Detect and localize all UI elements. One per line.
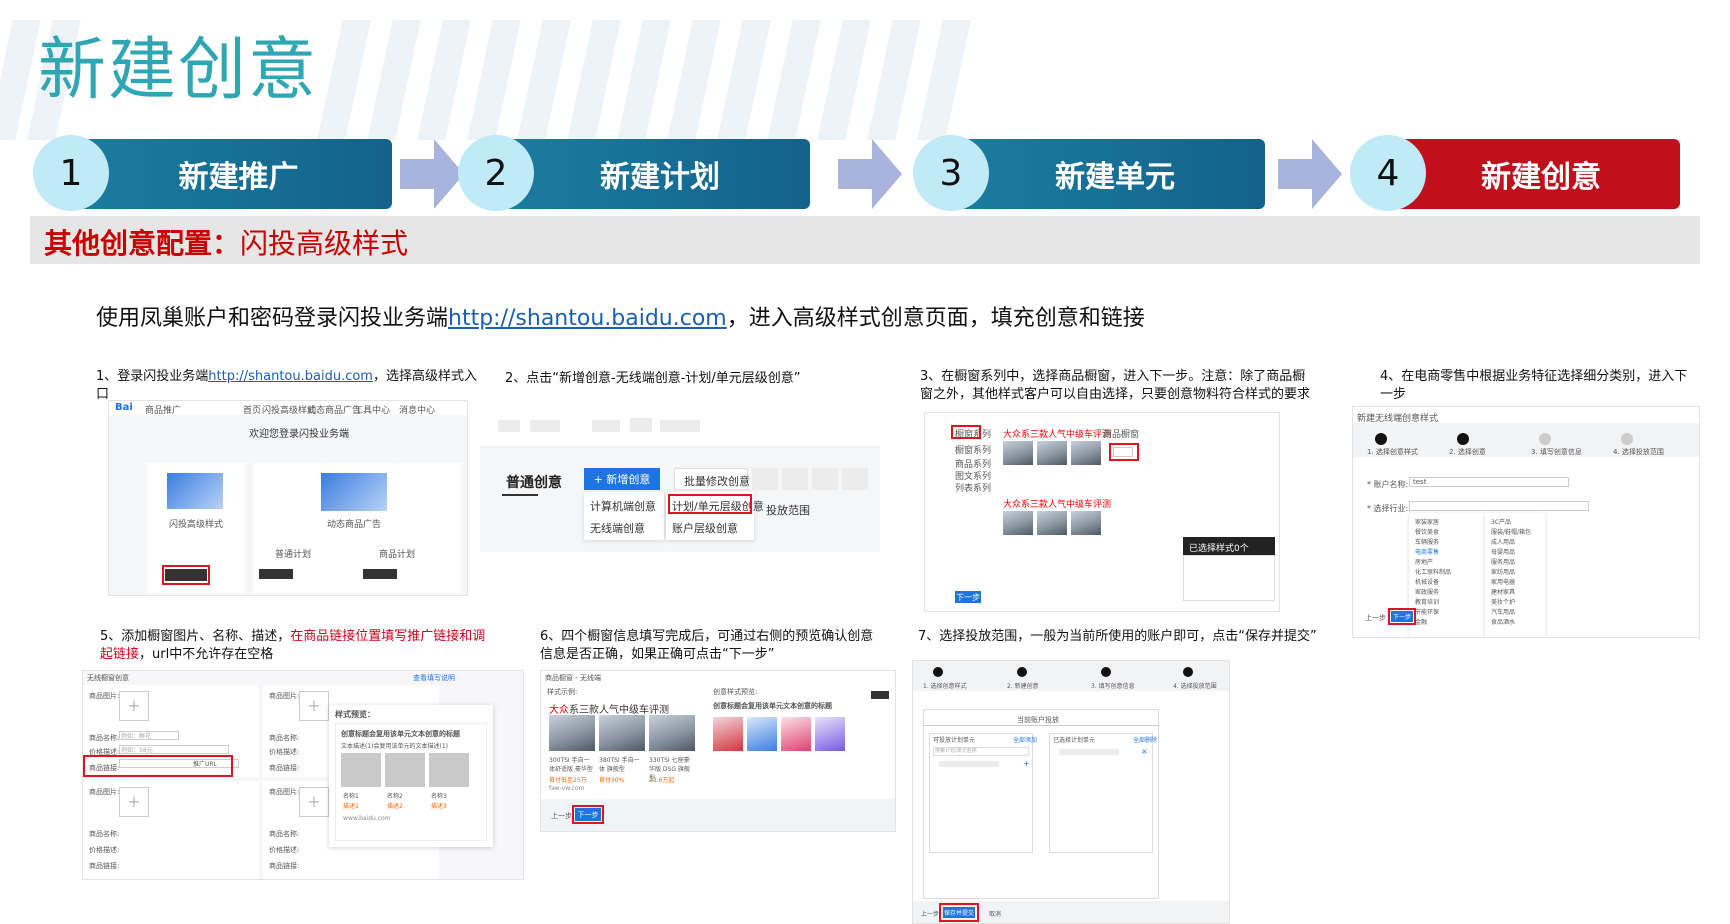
highlight-frame xyxy=(83,755,233,777)
highlight-frame xyxy=(668,494,752,514)
highlight-frame xyxy=(162,565,210,585)
caption-step-1: 1、登录闪投业务端http://shantou.baidu.com，选择高级样式… xyxy=(96,369,477,402)
menu-item-mobile[interactable]: 无线端创意 xyxy=(590,520,645,536)
enter-button[interactable] xyxy=(259,569,293,579)
caption-step-4: 4、在电商零售中根据业务特征选择细分类别，进入下一步 xyxy=(1380,369,1688,402)
add-all-link[interactable]: 全部添加 xyxy=(1013,735,1037,744)
remove-all-link[interactable]: 全部删除 xyxy=(1133,735,1157,744)
add-creative-button[interactable]: + 新增创意 xyxy=(584,468,660,490)
step-3-label: 新建单元 xyxy=(1055,160,1175,195)
highlight-frame xyxy=(939,903,979,922)
add-image-icon[interactable]: + xyxy=(299,691,329,721)
step-3-number: 3 xyxy=(913,135,989,211)
prev-button[interactable]: 上一步 xyxy=(1365,613,1386,623)
prev-button[interactable]: 上一步 xyxy=(921,909,939,918)
industry-select[interactable] xyxy=(1409,501,1589,511)
arrow-right-icon xyxy=(838,139,902,209)
screenshot-industry-select: 新建无线端创意样式 1. 选择创意样式 2. 选择创意 3. 填写创意信息 4.… xyxy=(1352,406,1700,638)
highlight-frame xyxy=(1109,443,1139,461)
step-2-number: 2 xyxy=(458,135,534,211)
tab-normal-creative[interactable]: 普通创意 xyxy=(506,472,562,492)
section-title: 其他创意配置：闪投高级样式 xyxy=(44,227,409,260)
close-icon[interactable]: × xyxy=(1141,747,1148,756)
add-image-icon[interactable]: + xyxy=(119,691,149,721)
highlight-frame xyxy=(572,805,604,824)
screenshot-window-preview: 商品橱窗 - 无线端 样式示例: 大众系三款人气中级车评测 300TSI 手自一… xyxy=(540,670,896,832)
screenshot-scope-select: 1. 选择创意样式 2. 新建创意 3. 填写创意信息 4. 选择投放范围 当前… xyxy=(912,660,1230,924)
next-button[interactable]: 下一步 xyxy=(955,591,981,603)
illustration-icon xyxy=(167,473,223,509)
step-4-number: 4 xyxy=(1350,135,1426,211)
account-field[interactable]: test xyxy=(1413,478,1426,486)
help-link[interactable]: 查看填写说明 xyxy=(413,673,455,683)
baidu-logo: Bai xyxy=(115,402,133,413)
arrow-right-icon xyxy=(1278,139,1342,209)
nav-item[interactable]: 动态商品广告 xyxy=(307,403,361,416)
screenshot-new-creative-menu: 普通创意 + 新增创意 批量修改创意 计算机端创意 无线端创意 计划/单元层级创… xyxy=(480,412,880,552)
step-2-label: 新建计划 xyxy=(600,160,720,195)
illustration-icon xyxy=(321,473,387,511)
steps-bar: 新建推广 1 新建计划 2 新建单元 3 新建创意 4 xyxy=(0,135,1730,215)
add-image-icon[interactable]: + xyxy=(119,787,149,817)
caption-step-2: 2、点击“新增创意-无线端创意-计划/单元层级创意” xyxy=(505,371,801,386)
image-placeholder-icon xyxy=(429,753,469,787)
step-1-number: 1 xyxy=(33,135,109,211)
screenshot-window-styles: 橱窗系列 橱窗系列 商品系列 图文系列 列表系列 大众系三款人气中级车评测 商品… xyxy=(924,412,1280,612)
screenshot-window-fields: 无线橱窗创意 查看填写说明 商品图片: + 商品名称: 价格描述: 商品链接: … xyxy=(82,670,524,880)
nav-item[interactable]: 消息中心 xyxy=(399,403,435,416)
step-4-label: 新建创意 xyxy=(1481,160,1601,195)
intro-text: 使用凤巢账户和密码登录闪投业务端http://shantou.baidu.com… xyxy=(96,306,1145,331)
screenshot-login-home: Bai 商品推广 首页 闪投高级样式 动态商品广告 工具中心 消息中心 欢迎您登… xyxy=(108,400,468,596)
batch-edit-button[interactable]: 批量修改创意 xyxy=(684,473,750,489)
toggle-button[interactable] xyxy=(871,691,889,699)
add-icon[interactable]: + xyxy=(1023,759,1030,768)
page-title: 新建创意 xyxy=(38,31,319,110)
nav-item[interactable]: 工具中心 xyxy=(354,403,390,416)
enter-button[interactable] xyxy=(363,569,397,579)
add-image-icon[interactable]: + xyxy=(299,787,329,817)
menu-item-account[interactable]: 账户层级创意 xyxy=(672,520,738,536)
highlight-frame xyxy=(1388,608,1416,625)
highlight-frame xyxy=(951,425,981,439)
menu-item-pc[interactable]: 计算机端创意 xyxy=(590,498,656,514)
nav-item[interactable]: 首页 xyxy=(243,403,261,416)
caption-step-5: 5、添加橱窗图片、名称、描述，在商品链接位置填写推广链接和调起链接，url中不允… xyxy=(100,629,486,662)
cancel-button[interactable]: 取消 xyxy=(989,909,1001,918)
shantou-link[interactable]: http://shantou.baidu.com xyxy=(448,306,727,331)
caption-step-3: 3、在橱窗系列中，选择商品橱窗，进入下一步。注意：除了商品橱窗之外，其他样式客户… xyxy=(920,369,1311,402)
image-placeholder-icon xyxy=(385,753,425,787)
caption-link[interactable]: http://shantou.baidu.com xyxy=(208,369,373,384)
caption-step-7: 7、选择投放范围，一般为当前所使用的账户即可，点击“保存并提交” xyxy=(918,629,1317,644)
prev-button[interactable]: 上一步 xyxy=(551,811,572,821)
caption-step-6: 6、四个橱窗信息填写完成后，可通过右侧的预览确认创意信息是否正确，如果正确可点击… xyxy=(540,629,874,662)
image-placeholder-icon xyxy=(341,753,381,787)
step-1-label: 新建推广 xyxy=(178,160,299,195)
arrow-right-icon xyxy=(400,139,464,209)
